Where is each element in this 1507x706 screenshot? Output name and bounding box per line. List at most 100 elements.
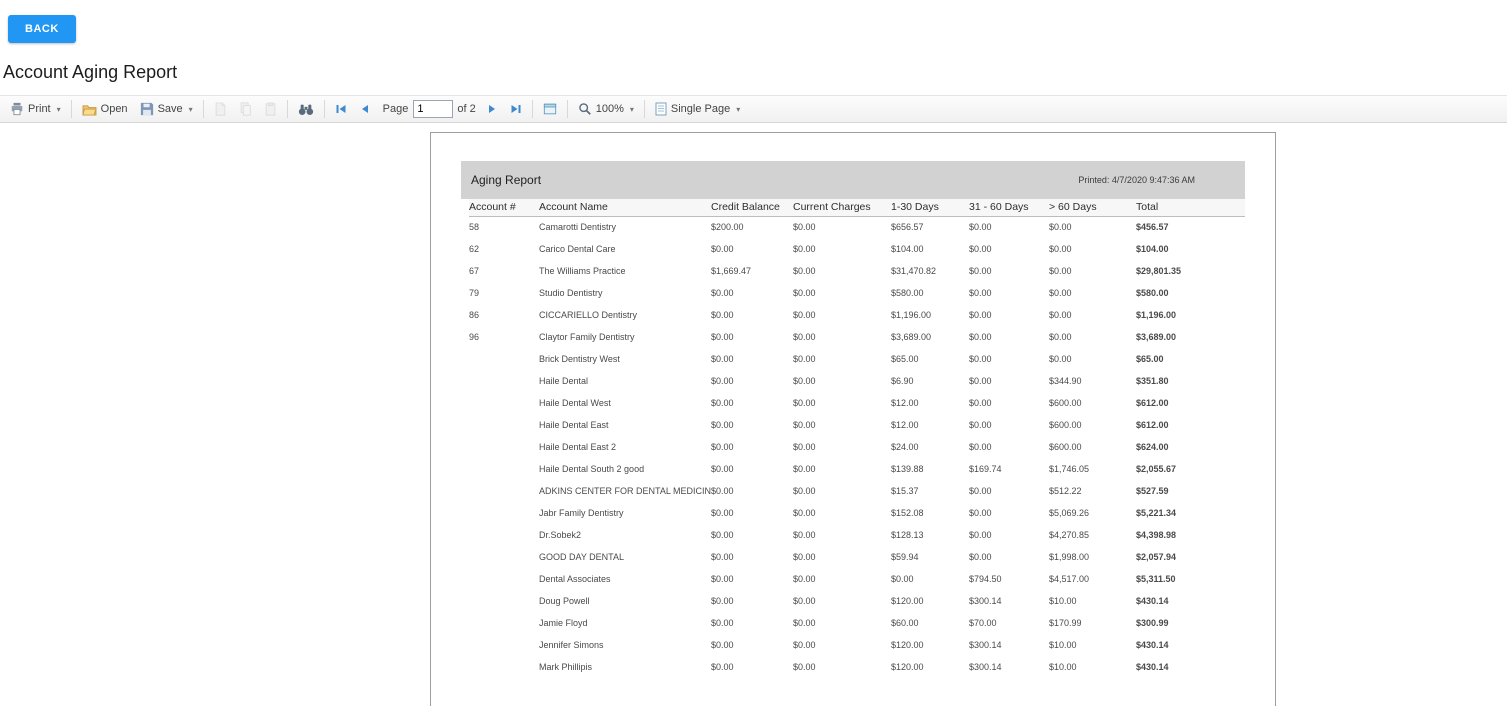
table-cell: $430.14	[1136, 640, 1169, 650]
page-layout-control[interactable]: Single Page ▾	[649, 99, 746, 119]
table-cell: $0.00	[793, 420, 816, 430]
table-cell: $0.00	[793, 508, 816, 518]
print-button[interactable]: Print ▾	[4, 99, 67, 119]
table-cell: $1,196.00	[1136, 310, 1177, 320]
table-cell: $65.00	[1136, 354, 1164, 364]
zoom-value: 100%	[595, 103, 624, 115]
table-cell: $0.00	[793, 398, 816, 408]
table-cell: $0.00	[1049, 354, 1072, 364]
table-cell: Haile Dental West	[539, 398, 611, 408]
open-button[interactable]: Open	[76, 100, 134, 119]
table-cell: $104.00	[891, 244, 924, 254]
page-title: Account Aging Report	[3, 62, 178, 82]
table-cell: $12.00	[891, 398, 919, 408]
column-header: > 60 Days	[1049, 199, 1136, 217]
report-body: 58 Camarotti Dentistry $200.00 $0.00 $656.57…	[469, 216, 1245, 678]
table-row: 96 Claytor Family Dentistry $0.00 $0.00 $3,6…	[469, 326, 1245, 348]
table-cell	[469, 656, 539, 678]
search-button[interactable]	[292, 100, 320, 119]
table-row: 62 Carico Dental Care $0.00 $0.00 $104.00 $0.…	[469, 238, 1245, 260]
table-cell: $0.00	[793, 310, 816, 320]
last-page-button[interactable]	[504, 100, 528, 118]
table-row: 86 CICCARIELLO Dentistry $0.00 $0.00 $1,196.…	[469, 304, 1245, 326]
table-cell: $300.14	[969, 596, 1002, 606]
table-cell: $430.14	[1136, 596, 1169, 606]
paste-document-button[interactable]	[258, 99, 283, 119]
zoom-control[interactable]: 100% ▾	[572, 99, 640, 119]
table-cell: $1,669.47	[711, 266, 752, 276]
table-row: Brick Dentistry West $0.00 $0.00 $65.00 $0.0…	[469, 348, 1245, 370]
table-cell: The Williams Practice	[539, 266, 626, 276]
table-cell: $0.00	[793, 222, 816, 233]
copy-document-button[interactable]	[233, 99, 258, 119]
table-cell: $0.00	[793, 354, 816, 364]
table-cell: $0.00	[711, 508, 734, 518]
table-cell: $169.74	[969, 464, 1002, 474]
table-cell: $4,398.98	[1136, 530, 1177, 540]
chevron-down-icon: ▾	[188, 104, 193, 114]
table-cell: $0.00	[969, 310, 992, 320]
single-page-layout-icon	[655, 102, 667, 116]
save-label: Save	[157, 103, 183, 115]
table-cell: $527.59	[1136, 486, 1169, 496]
table-cell: $0.00	[793, 464, 816, 474]
previous-page-button[interactable]	[353, 100, 377, 118]
table-cell: Dr.Sobek2	[539, 530, 582, 540]
table-cell: $31,470.82	[891, 266, 937, 276]
table-cell	[469, 634, 539, 656]
table-cell: $600.00	[1049, 420, 1082, 430]
next-page-button[interactable]	[480, 100, 504, 118]
top-strip: BACK	[0, 0, 1507, 48]
export-document-button[interactable]	[208, 99, 233, 119]
toolbar-separator	[202, 100, 204, 118]
table-cell: $0.00	[793, 332, 816, 342]
report-toolbar: Print ▾ Open Save ▾ Page 1 of 2 100% ▾ S…	[0, 95, 1507, 123]
page-layout-value: Single Page	[670, 103, 731, 115]
page-number-input[interactable]	[413, 100, 454, 118]
table-cell: $3,689.00	[891, 332, 932, 342]
save-button[interactable]: Save ▾	[134, 99, 199, 119]
table-cell	[469, 590, 539, 612]
table-cell	[469, 392, 539, 414]
table-cell: $0.00	[711, 354, 734, 364]
table-cell: $0.00	[793, 376, 816, 386]
zoom-magnifier-icon	[578, 102, 592, 116]
table-cell: $0.00	[711, 618, 734, 628]
table-cell: 67	[469, 266, 480, 276]
table-cell: $300.14	[969, 640, 1002, 650]
table-cell: GOOD DAY DENTAL	[539, 552, 625, 562]
table-cell: $29,801.35	[1136, 266, 1182, 276]
table-cell: $10.00	[1049, 662, 1077, 672]
table-cell: $0.00	[711, 640, 734, 650]
chevron-down-icon: ▾	[736, 104, 741, 114]
table-cell: $152.08	[891, 508, 924, 518]
report-viewer-area[interactable]: Aging Report Printed: 4/7/2020 9:47:36 A…	[0, 123, 1507, 706]
table-cell: $0.00	[969, 244, 992, 254]
report-header-band: Aging Report Printed: 4/7/2020 9:47:36 A…	[461, 161, 1245, 199]
table-cell: $60.00	[891, 618, 919, 628]
column-header: 1-30 Days	[891, 199, 969, 217]
table-row: 58 Camarotti Dentistry $200.00 $0.00 $656.57…	[469, 216, 1245, 238]
back-button[interactable]: BACK	[8, 15, 76, 43]
table-cell: $0.00	[793, 640, 816, 650]
table-cell: $0.00	[711, 662, 734, 672]
table-row: Dental Associates $0.00 $0.00 $0.00 $794.50 $…	[469, 568, 1245, 590]
column-header: 31 - 60 Days	[969, 199, 1049, 217]
parameters-panel-button[interactable]	[537, 99, 563, 119]
table-cell: $12.00	[891, 420, 919, 430]
first-page-button[interactable]	[329, 100, 353, 118]
table-cell: $2,055.67	[1136, 464, 1177, 474]
table-cell: $24.00	[891, 442, 919, 452]
table-cell: 79	[469, 288, 480, 298]
table-cell: $0.00	[793, 618, 816, 628]
table-cell: $0.00	[969, 266, 992, 276]
table-row: Mark Phillipis $0.00 $0.00 $120.00 $300.14 $1…	[469, 656, 1245, 678]
table-cell: Studio Dentistry	[539, 288, 603, 298]
table-row: Haile Dental East 2 $0.00 $0.00 $24.00 $0.00…	[469, 436, 1245, 458]
table-cell: $624.00	[1136, 442, 1169, 452]
table-cell: $120.00	[891, 640, 924, 650]
column-header: Current Charges	[793, 199, 891, 217]
table-cell: $0.00	[969, 420, 992, 430]
column-header: Credit Balance	[711, 199, 793, 217]
table-cell	[469, 524, 539, 546]
